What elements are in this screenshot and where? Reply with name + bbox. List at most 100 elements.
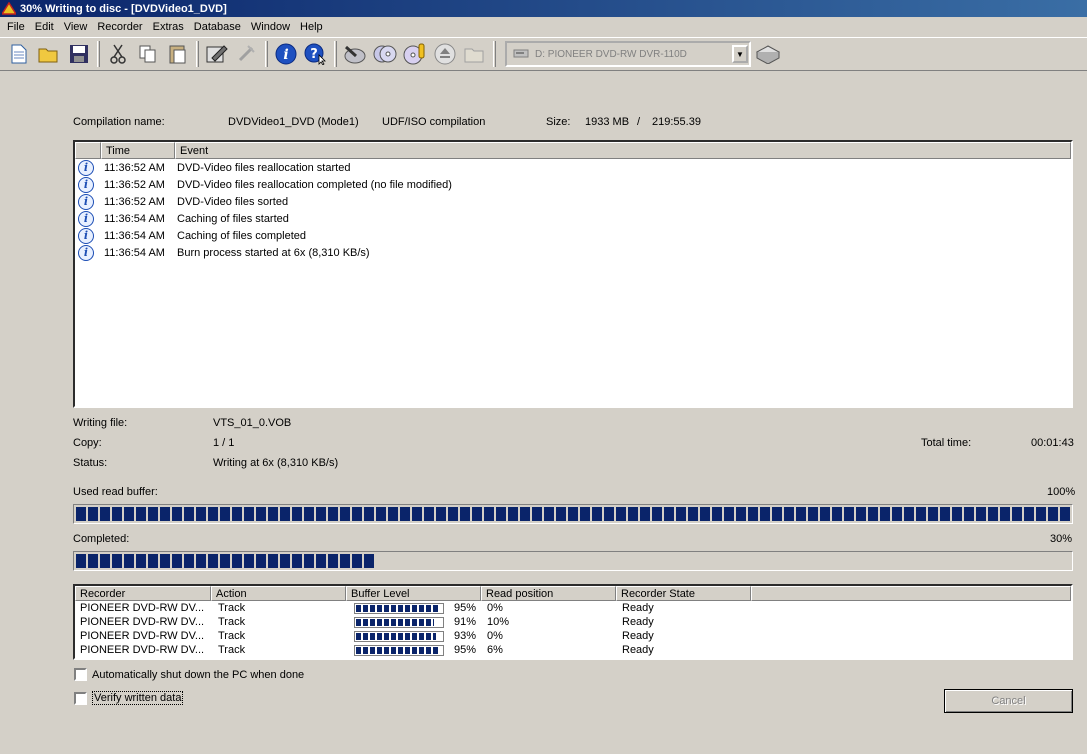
recorder-buffer-cell: 91% bbox=[346, 616, 481, 628]
shutdown-option[interactable]: Automatically shut down the PC when done bbox=[74, 668, 304, 681]
compilation-type: UDF/ISO compilation bbox=[382, 116, 486, 128]
recorder-table-body: PIONEER DVD-RW DV... Track 95% 0% Ready PIONE… bbox=[75, 601, 1071, 657]
svg-text:i: i bbox=[283, 47, 288, 63]
cut-icon[interactable] bbox=[103, 40, 133, 68]
shutdown-checkbox[interactable] bbox=[74, 668, 87, 681]
log-event: DVD-Video files reallocation completed (… bbox=[177, 178, 452, 191]
copy-icon[interactable] bbox=[133, 40, 163, 68]
icon-column-header[interactable] bbox=[75, 142, 101, 159]
total-time-value: 00:01:43 bbox=[1031, 437, 1074, 449]
recorder-column-header[interactable]: Recorder bbox=[75, 586, 211, 601]
info-icon: i bbox=[78, 227, 94, 244]
drive-icon bbox=[513, 47, 529, 62]
cancel-button[interactable]: Cancel bbox=[944, 689, 1073, 713]
recorder-buffer-bar bbox=[354, 630, 444, 642]
total-time-label: Total time: bbox=[921, 437, 972, 449]
action-column-header[interactable]: Action bbox=[211, 586, 346, 601]
size-duration: 219:55.39 bbox=[652, 116, 701, 128]
recorder-buffer-bar bbox=[354, 644, 444, 656]
toolbar-separator bbox=[265, 41, 268, 67]
copy-disc-icon[interactable] bbox=[370, 40, 400, 68]
event-log[interactable]: Time Event i 11:36:52 AM DVD-Video files… bbox=[73, 140, 1073, 408]
log-event: DVD-Video files reallocation started bbox=[177, 161, 351, 174]
drive-select[interactable]: D: PIONEER DVD-RW DVR-110D ▼ bbox=[505, 41, 751, 67]
recorder-action: Track bbox=[218, 630, 246, 642]
time-column-header[interactable]: Time bbox=[101, 142, 175, 159]
menu-window[interactable]: Window bbox=[246, 21, 295, 33]
menu-help[interactable]: Help bbox=[295, 21, 328, 33]
recorder-action: Track bbox=[218, 644, 246, 656]
menu-database[interactable]: Database bbox=[189, 21, 246, 33]
size-label: Size: bbox=[546, 116, 571, 128]
log-time: 11:36:54 AM bbox=[104, 246, 165, 259]
recorder-buffer-cell: 93% bbox=[346, 630, 481, 642]
new-document-icon[interactable] bbox=[4, 40, 34, 68]
info-icon: i bbox=[78, 244, 94, 261]
eject-icon[interactable] bbox=[430, 40, 460, 68]
log-time: 11:36:52 AM bbox=[104, 195, 165, 208]
copy-label: Copy: bbox=[73, 437, 102, 449]
recorder-action: Track bbox=[218, 616, 246, 628]
log-row[interactable]: i 11:36:54 AM Burn process started at 6x… bbox=[75, 244, 1071, 261]
recorder-buffer-percent: 91% bbox=[454, 616, 477, 628]
recorder-buffer-fill bbox=[356, 632, 436, 640]
properties-icon[interactable] bbox=[202, 40, 232, 68]
nero-logo-icon bbox=[0, 1, 18, 15]
open-folder-disabled-icon bbox=[460, 40, 490, 68]
shutdown-label: Automatically shut down the PC when done bbox=[92, 668, 305, 681]
writing-file-value: VTS_01_0.VOB bbox=[213, 417, 292, 429]
read-position-column-header[interactable]: Read position bbox=[481, 586, 616, 601]
log-row[interactable]: i 11:36:52 AM DVD-Video files reallocati… bbox=[75, 159, 1071, 176]
chevron-down-icon[interactable]: ▼ bbox=[732, 45, 748, 63]
event-column-header[interactable]: Event bbox=[175, 142, 1071, 159]
menu-file[interactable]: File bbox=[2, 21, 30, 33]
paste-icon[interactable] bbox=[163, 40, 193, 68]
recorder-row[interactable]: PIONEER DVD-RW DV... Track 95% 0% Ready bbox=[75, 601, 1071, 615]
recorder-state: Ready bbox=[622, 616, 654, 628]
disc-info-icon[interactable] bbox=[400, 40, 430, 68]
recorder-buffer-fill bbox=[356, 646, 438, 654]
recorder-name: PIONEER DVD-RW DV... bbox=[80, 644, 205, 656]
menu-extras[interactable]: Extras bbox=[148, 21, 189, 33]
completed-percent: 30% bbox=[1050, 533, 1073, 545]
recorder-buffer-percent: 93% bbox=[454, 630, 477, 642]
menu-edit[interactable]: Edit bbox=[30, 21, 59, 33]
cancel-button-label: Cancel bbox=[991, 695, 1026, 707]
recorder-row[interactable]: PIONEER DVD-RW DV... Track 95% 6% Ready bbox=[75, 643, 1071, 657]
info-icon: i bbox=[78, 210, 94, 227]
open-folder-icon[interactable] bbox=[34, 40, 64, 68]
read-buffer-label: Used read buffer: bbox=[73, 486, 158, 498]
log-row[interactable]: i 11:36:54 AM Caching of files started bbox=[75, 210, 1071, 227]
recorder-state-column-header[interactable]: Recorder State bbox=[616, 586, 751, 601]
recorder-buffer-fill bbox=[356, 618, 435, 626]
log-row[interactable]: i 11:36:54 AM Caching of files completed bbox=[75, 227, 1071, 244]
recorder-icon[interactable] bbox=[753, 40, 783, 68]
help-icon[interactable]: ? bbox=[301, 40, 331, 68]
buffer-level-column-header[interactable]: Buffer Level bbox=[346, 586, 481, 601]
recorder-table-header: Recorder Action Buffer Level Read positi… bbox=[75, 586, 1071, 601]
recorder-read-position: 10% bbox=[487, 616, 510, 628]
status-value: Writing at 6x (8,310 KB/s) bbox=[213, 457, 339, 469]
compilation-name-label: Compilation name: bbox=[73, 116, 165, 128]
menu-recorder[interactable]: Recorder bbox=[92, 21, 147, 33]
log-row[interactable]: i 11:36:52 AM DVD-Video files sorted bbox=[75, 193, 1071, 210]
read-buffer-fill bbox=[76, 507, 1070, 521]
verify-checkbox[interactable] bbox=[74, 691, 87, 705]
log-event: Burn process started at 6x (8,310 KB/s) bbox=[177, 246, 370, 259]
title-bar: 30% Writing to disc - [DVDVideo1_DVD] bbox=[0, 0, 1087, 17]
recorder-row[interactable]: PIONEER DVD-RW DV... Track 93% 0% Ready bbox=[75, 629, 1071, 643]
log-row[interactable]: i 11:36:52 AM DVD-Video files reallocati… bbox=[75, 176, 1071, 193]
info-icon: i bbox=[78, 193, 94, 210]
log-event: Caching of files started bbox=[177, 212, 289, 225]
recorder-row[interactable]: PIONEER DVD-RW DV... Track 91% 10% Ready bbox=[75, 615, 1071, 629]
event-log-header: Time Event bbox=[75, 142, 1071, 159]
save-icon[interactable] bbox=[64, 40, 94, 68]
menu-view[interactable]: View bbox=[59, 21, 93, 33]
recorder-buffer-bar bbox=[354, 616, 444, 628]
completed-progress bbox=[73, 551, 1073, 571]
verify-option[interactable]: Verify written data bbox=[74, 691, 184, 705]
recorder-name: PIONEER DVD-RW DV... bbox=[80, 630, 205, 642]
info-icon[interactable]: i bbox=[271, 40, 301, 68]
write-disc-icon[interactable] bbox=[340, 40, 370, 68]
recorder-table[interactable]: Recorder Action Buffer Level Read positi… bbox=[73, 584, 1073, 660]
